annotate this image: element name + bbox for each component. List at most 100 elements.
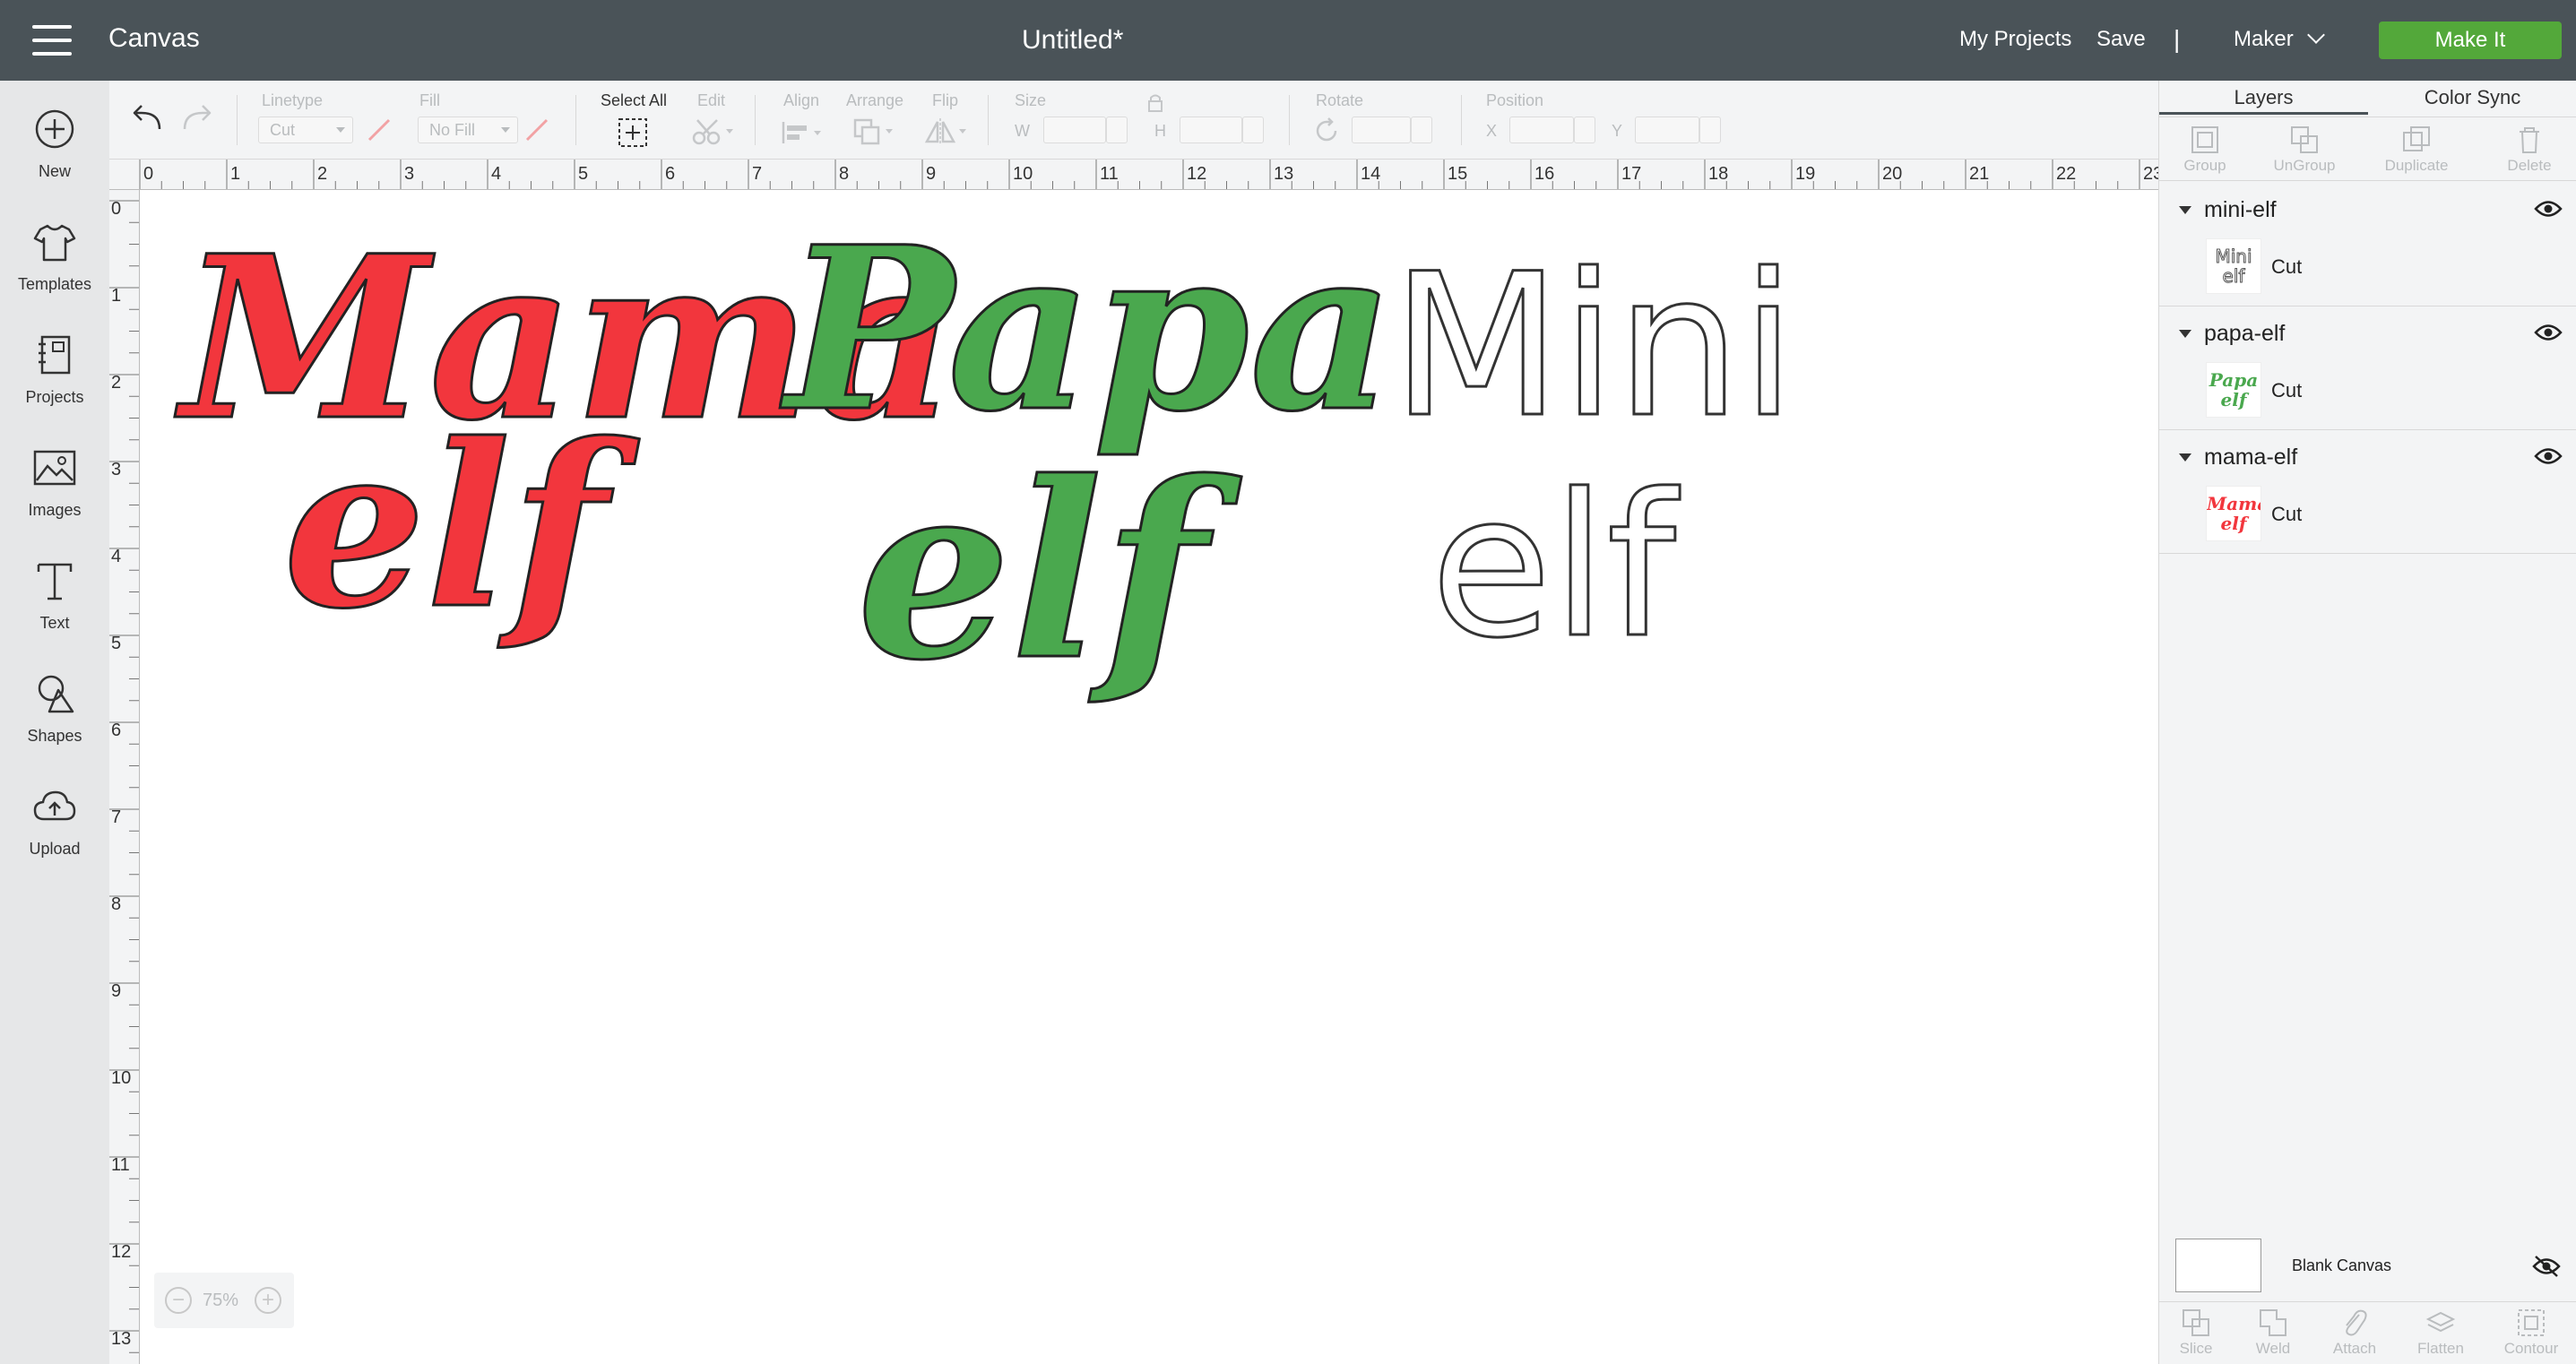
zoom-in-button[interactable]: + bbox=[255, 1287, 281, 1314]
width-input[interactable] bbox=[1043, 117, 1106, 143]
chevron-down-icon bbox=[2306, 26, 2325, 44]
zoom-out-button[interactable]: − bbox=[165, 1287, 192, 1314]
blank-canvas-row[interactable]: Blank Canvas bbox=[2159, 1219, 2576, 1308]
flatten-button[interactable]: Flatten bbox=[2403, 1308, 2478, 1358]
duplicate-button[interactable]: Duplicate bbox=[2367, 125, 2466, 175]
edit-scissors-icon[interactable] bbox=[690, 117, 735, 147]
duplicate-label: Duplicate bbox=[2384, 157, 2449, 174]
group-button[interactable]: Group bbox=[2168, 125, 2242, 175]
ruler-label: 11 bbox=[111, 1155, 130, 1175]
document-title[interactable]: Untitled* bbox=[1022, 25, 1123, 56]
undo-icon[interactable] bbox=[129, 100, 165, 136]
arrange-icon[interactable] bbox=[851, 117, 898, 149]
sidebar-item-projects[interactable]: Projects bbox=[0, 332, 109, 407]
fill-select[interactable]: No Fill bbox=[418, 117, 518, 143]
x-position-input[interactable] bbox=[1509, 117, 1574, 143]
ruler-label: 0 bbox=[143, 164, 154, 184]
toolbar-divider bbox=[237, 95, 238, 145]
linetype-color-swatch-icon[interactable] bbox=[366, 117, 393, 143]
ruler-label: 6 bbox=[111, 721, 122, 740]
mini-elf-design-line1[interactable]: Mini bbox=[1390, 246, 1797, 446]
ruler-label: 18 bbox=[1708, 164, 1729, 184]
tab-color-sync[interactable]: Color Sync bbox=[2368, 81, 2576, 115]
ruler-label: 13 bbox=[111, 1329, 132, 1349]
caret-down-icon bbox=[336, 127, 345, 133]
sidebar-item-shapes[interactable]: Shapes bbox=[0, 670, 109, 746]
hamburger-menu-icon[interactable] bbox=[32, 25, 72, 56]
ruler-label: 3 bbox=[404, 164, 415, 184]
rotate-stepper[interactable] bbox=[1411, 117, 1432, 143]
y-position-input[interactable] bbox=[1635, 117, 1699, 143]
group-icon bbox=[2191, 126, 2218, 153]
layer-thumbnail: Mini elf bbox=[2206, 238, 2261, 294]
rotate-input[interactable] bbox=[1352, 117, 1411, 143]
sidebar-item-upload[interactable]: Upload bbox=[0, 783, 109, 859]
papa-elf-design-line1[interactable]: Papa bbox=[783, 216, 1396, 443]
redo-icon[interactable] bbox=[179, 100, 215, 136]
sidebar-item-label: Text bbox=[39, 614, 70, 632]
ruler-label: 7 bbox=[111, 807, 122, 827]
select-all-icon[interactable] bbox=[617, 117, 649, 149]
height-stepper[interactable] bbox=[1242, 117, 1264, 143]
flip-icon[interactable] bbox=[923, 117, 970, 149]
contour-icon bbox=[2518, 1309, 2545, 1336]
papa-elf-design-line2[interactable]: elf bbox=[856, 449, 1208, 694]
ungroup-icon bbox=[2291, 126, 2318, 153]
eye-hidden-icon[interactable] bbox=[2532, 1253, 2561, 1280]
delete-button[interactable]: Delete bbox=[2489, 125, 2570, 175]
ruler-label: 8 bbox=[839, 164, 850, 184]
eye-icon[interactable] bbox=[2534, 199, 2563, 219]
machine-select[interactable]: Maker bbox=[2234, 26, 2325, 52]
layer-group-mini-elf[interactable]: mini-elf Mini elf Cut bbox=[2159, 183, 2576, 306]
ruler-label: 2 bbox=[111, 373, 122, 393]
layers-panel: Layers Color Sync Group UnGroup Duplicat… bbox=[2158, 81, 2576, 1364]
height-input[interactable] bbox=[1180, 117, 1242, 143]
align-icon[interactable] bbox=[780, 118, 826, 147]
save-link[interactable]: Save bbox=[2096, 27, 2146, 52]
ruler-label: 6 bbox=[665, 164, 676, 184]
ruler-label: 15 bbox=[1448, 164, 1468, 184]
make-it-button[interactable]: Make It bbox=[2379, 22, 2562, 59]
ungroup-button[interactable]: UnGroup bbox=[2260, 125, 2349, 175]
layer-group-papa-elf[interactable]: papa-elf Papa elf Cut bbox=[2159, 306, 2576, 430]
canvas-color-swatch[interactable] bbox=[2175, 1239, 2261, 1292]
y-position-stepper[interactable] bbox=[1699, 117, 1721, 143]
fill-color-swatch-icon[interactable] bbox=[523, 117, 550, 143]
collapse-triangle-icon[interactable] bbox=[2179, 206, 2191, 214]
ruler-label: 7 bbox=[752, 164, 763, 184]
sidebar-item-text[interactable]: Text bbox=[0, 557, 109, 633]
ruler-label: 23 bbox=[2143, 164, 2158, 184]
attach-button[interactable]: Attach bbox=[2319, 1308, 2390, 1358]
delete-label: Delete bbox=[2507, 157, 2552, 174]
my-projects-link[interactable]: My Projects bbox=[1959, 27, 2071, 52]
collapse-triangle-icon[interactable] bbox=[2179, 453, 2191, 462]
width-stepper[interactable] bbox=[1106, 117, 1128, 143]
mini-elf-design-line2[interactable]: elf bbox=[1430, 467, 1678, 667]
design-canvas[interactable]: Mama elf Papa elf Mini elf bbox=[140, 190, 2158, 1364]
ruler-label: 14 bbox=[1361, 164, 1381, 184]
mama-elf-design-line2[interactable]: elf bbox=[282, 413, 609, 640]
layer-operation: Cut bbox=[2271, 503, 2303, 525]
x-position-stepper[interactable] bbox=[1574, 117, 1595, 143]
eye-icon[interactable] bbox=[2534, 323, 2563, 342]
ruler-label: 1 bbox=[230, 164, 241, 184]
lock-icon[interactable] bbox=[1142, 93, 1169, 113]
linetype-select[interactable]: Cut bbox=[258, 117, 353, 143]
sidebar-item-images[interactable]: Images bbox=[0, 445, 109, 520]
sidebar-item-templates[interactable]: Templates bbox=[0, 219, 109, 294]
collapse-triangle-icon[interactable] bbox=[2179, 330, 2191, 338]
app-title: Canvas bbox=[108, 23, 200, 53]
thumb-text: Papa bbox=[2209, 369, 2259, 391]
toolbar-divider bbox=[575, 95, 576, 145]
layer-actions-bar: Group UnGroup Duplicate Delete bbox=[2159, 117, 2576, 181]
tab-layers[interactable]: Layers bbox=[2159, 81, 2368, 115]
layer-group-mama-elf[interactable]: mama-elf Mama elf Cut bbox=[2159, 430, 2576, 554]
zoom-level: 75% bbox=[203, 1291, 239, 1310]
slice-button[interactable]: Slice bbox=[2165, 1308, 2227, 1358]
ruler-label: 22 bbox=[2056, 164, 2077, 184]
thumb-text: elf bbox=[2220, 389, 2247, 410]
eye-icon[interactable] bbox=[2534, 446, 2563, 466]
sidebar-item-new[interactable]: New bbox=[0, 106, 109, 181]
contour-button[interactable]: Contour bbox=[2493, 1308, 2570, 1358]
weld-button[interactable]: Weld bbox=[2242, 1308, 2304, 1358]
